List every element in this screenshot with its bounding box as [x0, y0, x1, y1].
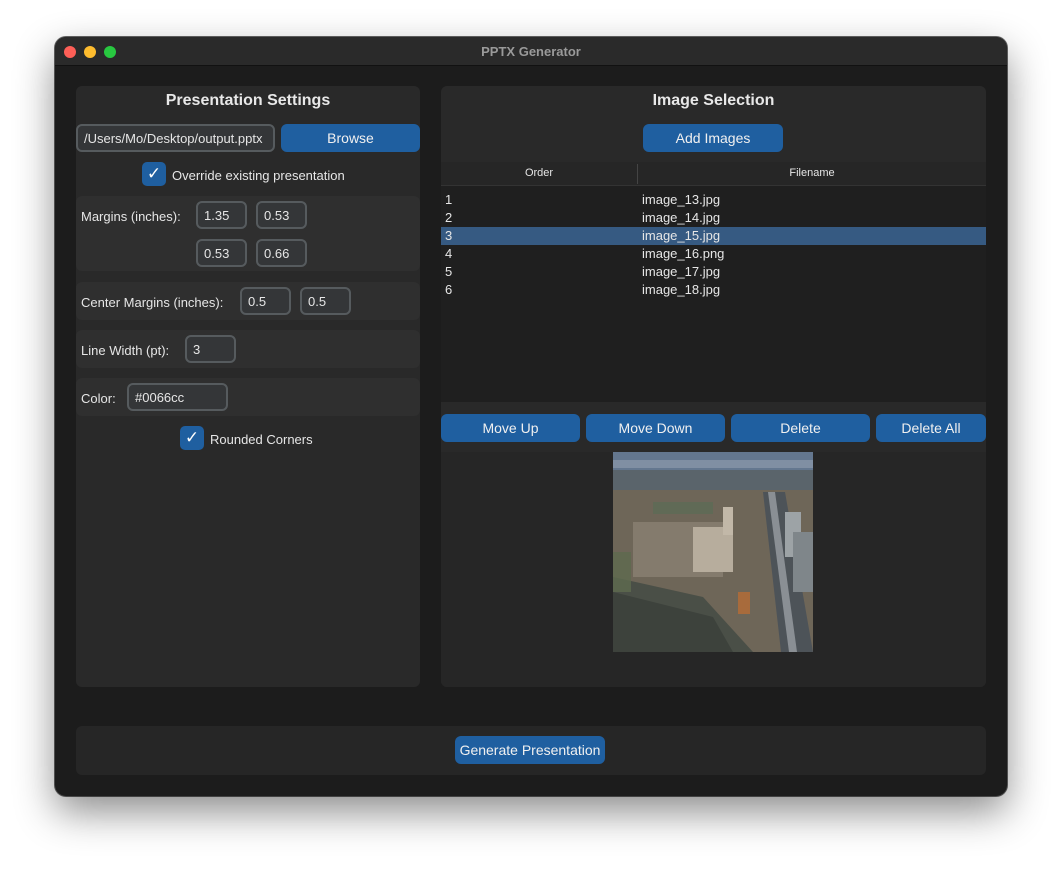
order-cell: 4	[445, 246, 453, 261]
table-row[interactable]: 5 image_17.jpg	[441, 263, 986, 281]
checkmark-icon: ✓	[146, 164, 162, 183]
center-margins-frame: Center Margins (inches): 0.5 0.5	[76, 282, 420, 320]
title-bar: PPTX Generator	[55, 37, 1007, 66]
override-label: Override existing presentation	[172, 168, 345, 183]
add-images-button[interactable]: Add Images	[643, 124, 783, 152]
image-preview	[613, 452, 813, 652]
center-margin-horizontal-field[interactable]: 0.5	[240, 287, 291, 315]
rounded-corners-checkbox[interactable]: ✓	[180, 426, 204, 450]
center-margin-vertical-field[interactable]: 0.5	[300, 287, 351, 315]
color-label: Color:	[81, 391, 116, 406]
bottom-bar: Generate Presentation	[76, 726, 986, 775]
order-cell: 3	[445, 228, 453, 243]
filename-cell: image_14.jpg	[642, 210, 721, 225]
table-row[interactable]: 1 image_13.jpg	[441, 191, 986, 209]
order-cell: 5	[445, 264, 453, 279]
checkmark-icon: ✓	[184, 428, 200, 447]
table-row-selected[interactable]: 3 image_15.jpg	[441, 227, 986, 245]
margin-right-field[interactable]: 0.66	[256, 239, 307, 267]
line-width-label: Line Width (pt):	[81, 343, 170, 358]
browse-button[interactable]: Browse	[281, 124, 420, 152]
table-row[interactable]: 2 image_14.jpg	[441, 209, 986, 227]
color-field[interactable]: #0066cc	[127, 383, 228, 411]
filename-cell: image_15.jpg	[642, 228, 721, 243]
app-window: PPTX Generator Presentation Settings /Us…	[55, 37, 1007, 796]
image-table[interactable]: Order Filename 1 image_13.jpg 2 image_14…	[441, 162, 986, 402]
margin-bottom-field[interactable]: 0.53	[256, 201, 307, 229]
images-title: Image Selection	[652, 92, 775, 109]
filename-cell: image_18.jpg	[642, 282, 721, 297]
margin-left-field[interactable]: 0.53	[196, 239, 247, 267]
presentation-settings-panel: Presentation Settings /Users/Mo/Desktop/…	[76, 86, 420, 687]
table-row[interactable]: 6 image_18.jpg	[441, 281, 986, 299]
order-cell: 6	[445, 282, 453, 297]
margin-top-field[interactable]: 1.35	[196, 201, 247, 229]
rounded-corners-label: Rounded Corners	[210, 432, 313, 447]
settings-title: Presentation Settings	[165, 92, 331, 109]
window-title: PPTX Generator	[481, 44, 581, 59]
center-margins-label: Center Margins (inches):	[81, 295, 224, 310]
delete-all-button[interactable]: Delete All	[876, 414, 986, 442]
filename-cell: image_13.jpg	[642, 192, 721, 207]
image-preview-area	[441, 452, 986, 687]
table-row[interactable]: 4 image_16.png	[441, 245, 986, 263]
move-up-button[interactable]: Move Up	[441, 414, 580, 442]
override-checkbox[interactable]: ✓	[142, 162, 166, 186]
line-width-field[interactable]: 3	[185, 335, 236, 363]
color-frame: Color: #0066cc	[76, 378, 420, 416]
delete-button[interactable]: Delete	[731, 414, 870, 442]
margins-label: Margins (inches):	[81, 209, 181, 224]
column-header-filename[interactable]: Filename	[638, 167, 986, 179]
output-path-field[interactable]: /Users/Mo/Desktop/output.pptx	[76, 124, 275, 152]
line-width-frame: Line Width (pt): 3	[76, 330, 420, 368]
table-header: Order Filename	[441, 162, 986, 186]
order-cell: 1	[445, 192, 453, 207]
aerial-city-photo	[613, 452, 813, 652]
column-header-order[interactable]: Order	[441, 167, 637, 179]
image-selection-panel: Image Selection Add Images Order Filenam…	[441, 86, 986, 687]
filename-cell: image_17.jpg	[642, 264, 721, 279]
margins-frame: Margins (inches): 1.35 0.53 0.53 0.66	[76, 196, 420, 271]
order-cell: 2	[445, 210, 453, 225]
move-down-button[interactable]: Move Down	[586, 414, 725, 442]
filename-cell: image_16.png	[642, 246, 725, 261]
generate-presentation-button[interactable]: Generate Presentation	[455, 736, 605, 764]
